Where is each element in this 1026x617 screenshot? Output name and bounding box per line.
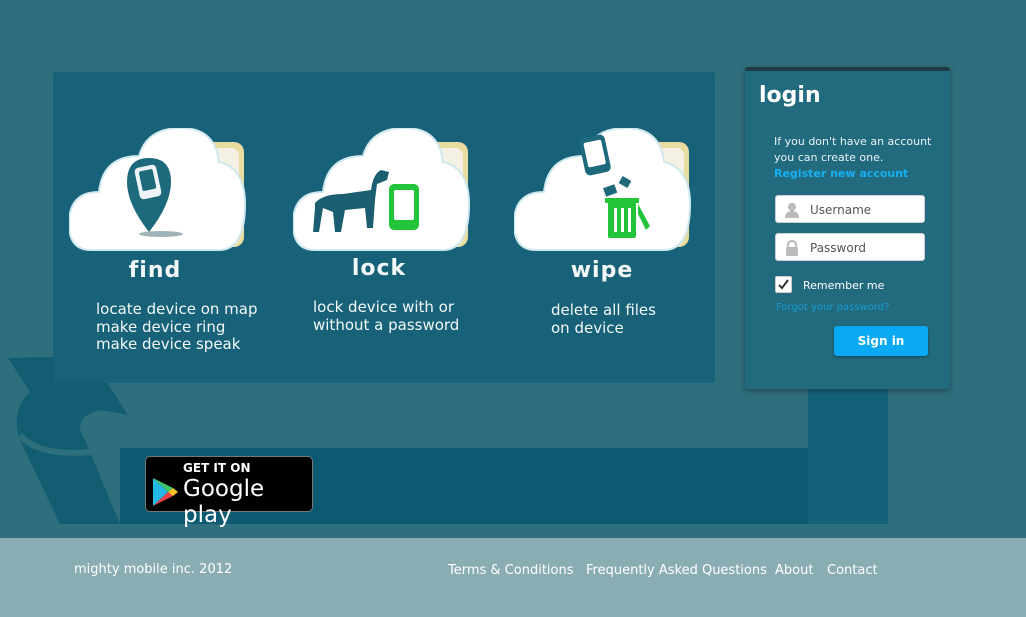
- feature-line: lock device with or: [313, 298, 455, 316]
- badge-get-it-on: GET IT ON: [183, 461, 251, 475]
- password-placeholder: Password: [810, 241, 867, 255]
- feature-line: make device ring: [96, 317, 226, 336]
- login-info-line: you can create one.: [774, 151, 884, 164]
- cloud-trash-phone-icon: [514, 128, 692, 251]
- username-input[interactable]: Username: [775, 195, 925, 223]
- lock-icon: [786, 240, 798, 256]
- google-play-logo-icon: [153, 478, 178, 506]
- background-column: [808, 380, 888, 524]
- forgot-password-link[interactable]: Forgot your password?: [776, 302, 889, 313]
- footer-link-contact[interactable]: Contact: [827, 563, 878, 578]
- feature-line: locate device on map: [96, 300, 258, 318]
- feature-line: on device: [551, 318, 624, 337]
- feature-find: find locate device on map make device ri…: [69, 128, 257, 368]
- sign-in-button[interactable]: Sign in: [834, 326, 928, 356]
- feature-title-find: find: [128, 258, 182, 283]
- feature-description-find: locate device on map make device ring ma…: [96, 300, 258, 354]
- badge-google-play: Google play: [183, 476, 265, 528]
- checkmark-icon: [778, 279, 789, 290]
- feature-line: make device speak: [96, 335, 241, 353]
- login-title: login: [759, 83, 821, 108]
- login-info-text: If you don't have an account you can cre…: [774, 134, 931, 166]
- google-play-badge[interactable]: GET IT ON Google play: [145, 456, 313, 528]
- username-placeholder: Username: [810, 203, 872, 217]
- footer-link-terms[interactable]: Terms & Conditions: [448, 563, 574, 578]
- features-panel: find locate device on map make device ri…: [53, 72, 715, 383]
- feature-title-wipe: wipe: [570, 258, 634, 283]
- footer-link-faq[interactable]: Frequently Asked Questions: [586, 563, 767, 578]
- remember-me-label[interactable]: Remember me: [803, 279, 884, 292]
- footer: mighty mobile inc. 2012 Terms & Conditio…: [0, 538, 1026, 617]
- feature-description-wipe: delete all files on device: [551, 301, 656, 337]
- remember-me-checkbox[interactable]: [775, 276, 792, 293]
- copyright-text: mighty mobile inc. 2012: [74, 562, 233, 577]
- feature-lock: lock lock device with or without a passw…: [293, 128, 473, 368]
- feature-line: without a password: [313, 315, 460, 334]
- feature-title-lock: lock: [351, 256, 407, 281]
- register-link[interactable]: Register new account: [774, 167, 908, 180]
- feature-line: delete all files: [551, 301, 656, 319]
- feature-wipe: wipe delete all files on device: [514, 128, 694, 368]
- login-panel: login If you don't have an account you c…: [745, 67, 950, 389]
- user-icon: [785, 203, 799, 218]
- footer-link-about[interactable]: About: [775, 563, 813, 578]
- feature-description-lock: lock device with or without a password: [313, 298, 460, 334]
- cloud-map-pin-icon: [69, 128, 247, 251]
- password-input[interactable]: Password: [775, 233, 925, 261]
- cloud-dog-phone-icon: [293, 128, 471, 251]
- login-info-line: If you don't have an account: [774, 135, 932, 148]
